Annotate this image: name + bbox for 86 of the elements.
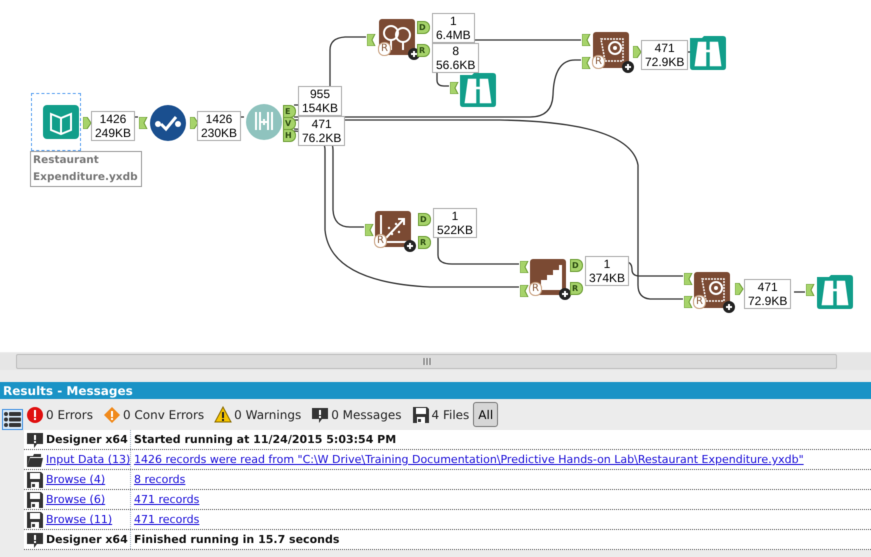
input-anchor-icon[interactable] <box>582 57 591 69</box>
error-icon <box>26 406 44 424</box>
filter-button[interactable]: 0 Errors <box>26 406 93 424</box>
binoculars-icon <box>689 33 727 71</box>
output-anchor[interactable]: R <box>418 236 431 249</box>
output-anchor[interactable]: R <box>570 282 583 295</box>
panel-title: Results - Messages <box>0 382 871 399</box>
tool-node[interactable]: R <box>378 18 416 56</box>
message-link[interactable]: 8 records <box>131 473 186 486</box>
output-anchor[interactable]: V <box>283 117 296 130</box>
binoculars-icon <box>816 272 854 310</box>
output-anchor[interactable]: H <box>283 129 296 142</box>
filter-button[interactable]: 4 Files <box>412 406 470 424</box>
tool-name: Designer x64 <box>46 530 131 549</box>
target-grid-icon <box>592 31 630 69</box>
tool-node[interactable]: R <box>693 271 731 309</box>
plus-icon[interactable] <box>559 288 571 300</box>
filter-button[interactable]: 0 Messages <box>311 406 402 424</box>
filter-button[interactable]: 0 Conv Errors <box>102 406 204 424</box>
target-grid-icon <box>693 271 731 309</box>
record-count: 471 76.2KB <box>298 116 346 146</box>
input-anchor-icon[interactable] <box>582 34 591 46</box>
all-button[interactable]: All <box>473 402 498 427</box>
message-text: Finished running in 15.7 seconds <box>133 533 340 546</box>
plus-icon[interactable] <box>723 301 735 313</box>
input-anchor-icon[interactable] <box>139 117 148 129</box>
tool-label: Restaurant Expenditure.yxdb <box>30 151 142 187</box>
record-count: 1 6.4MB <box>432 13 475 43</box>
stairs-icon <box>529 258 567 296</box>
tool-node[interactable]: R <box>374 210 412 248</box>
message-link[interactable]: 1426 records were read from "C:\W Drive\Training Documentation\Predictive Hands-on Lab\Restaurant Expenditure.yxdb" <box>131 453 804 466</box>
r-badge: R <box>374 234 387 248</box>
list-view-button[interactable] <box>2 409 22 430</box>
tool-link[interactable]: Browse (4) <box>46 470 131 489</box>
record-count: 955 154KB <box>298 86 342 116</box>
tool-node[interactable] <box>149 104 187 142</box>
trees-icon <box>378 18 416 56</box>
horizontal-scrollbar[interactable] <box>0 353 871 370</box>
save-icon <box>412 406 430 424</box>
tool-link[interactable]: Browse (6) <box>46 490 131 509</box>
message-link[interactable]: 471 records <box>131 493 200 506</box>
diamond-warning-icon <box>102 406 121 424</box>
record-count: 1426 230KB <box>197 111 242 141</box>
output-anchor-icon[interactable] <box>190 117 199 129</box>
r-badge: R <box>529 282 542 296</box>
tool-node[interactable] <box>459 70 497 108</box>
tool-node[interactable]: R <box>529 258 567 296</box>
test-tubes-icon <box>245 103 283 141</box>
warning-icon <box>214 406 232 424</box>
connector-line <box>794 291 805 293</box>
r-badge: R <box>693 295 706 309</box>
input-anchor-icon[interactable] <box>806 284 815 296</box>
record-count: 471 72.9KB <box>744 279 792 309</box>
message-link[interactable]: 471 records <box>131 513 200 526</box>
record-count: 1426 249KB <box>91 111 136 141</box>
tool-link[interactable]: Input Data (13) <box>46 450 131 469</box>
record-count: 471 72.9KB <box>641 40 688 70</box>
output-anchor[interactable]: D <box>417 21 430 34</box>
tool-name: Designer x64 <box>46 430 131 449</box>
tool-node[interactable] <box>816 272 854 310</box>
tool-node[interactable] <box>31 93 81 151</box>
folder-icon <box>26 451 44 469</box>
message-text: Started running at 11/24/2015 5:03:54 PM <box>133 433 396 446</box>
tool-node[interactable] <box>689 33 727 71</box>
output-anchor[interactable]: D <box>570 259 583 272</box>
output-anchor[interactable]: R <box>417 44 430 57</box>
plus-icon[interactable] <box>622 61 634 73</box>
book-icon <box>42 103 80 141</box>
r-badge: R <box>378 42 391 56</box>
record-count: 1 374KB <box>585 256 630 286</box>
message-icon <box>311 406 330 424</box>
output-anchor[interactable]: D <box>418 213 431 226</box>
tool-node[interactable]: R <box>592 31 630 69</box>
tool-link[interactable]: Browse (11) <box>46 510 131 529</box>
check-circle-icon <box>149 104 187 142</box>
record-count: 8 56.6KB <box>432 43 480 73</box>
scatter-trend-icon <box>374 210 412 248</box>
r-badge: R <box>592 55 605 69</box>
tool-node[interactable] <box>245 103 283 141</box>
scroll-thumb[interactable] <box>16 354 837 369</box>
binoculars-icon <box>459 70 497 108</box>
input-anchor-icon[interactable] <box>367 34 376 46</box>
filter-button[interactable]: 0 Warnings <box>214 406 302 424</box>
record-count: 1 522KB <box>433 208 478 238</box>
plus-icon[interactable] <box>404 240 416 252</box>
output-anchor[interactable]: E <box>283 105 296 118</box>
